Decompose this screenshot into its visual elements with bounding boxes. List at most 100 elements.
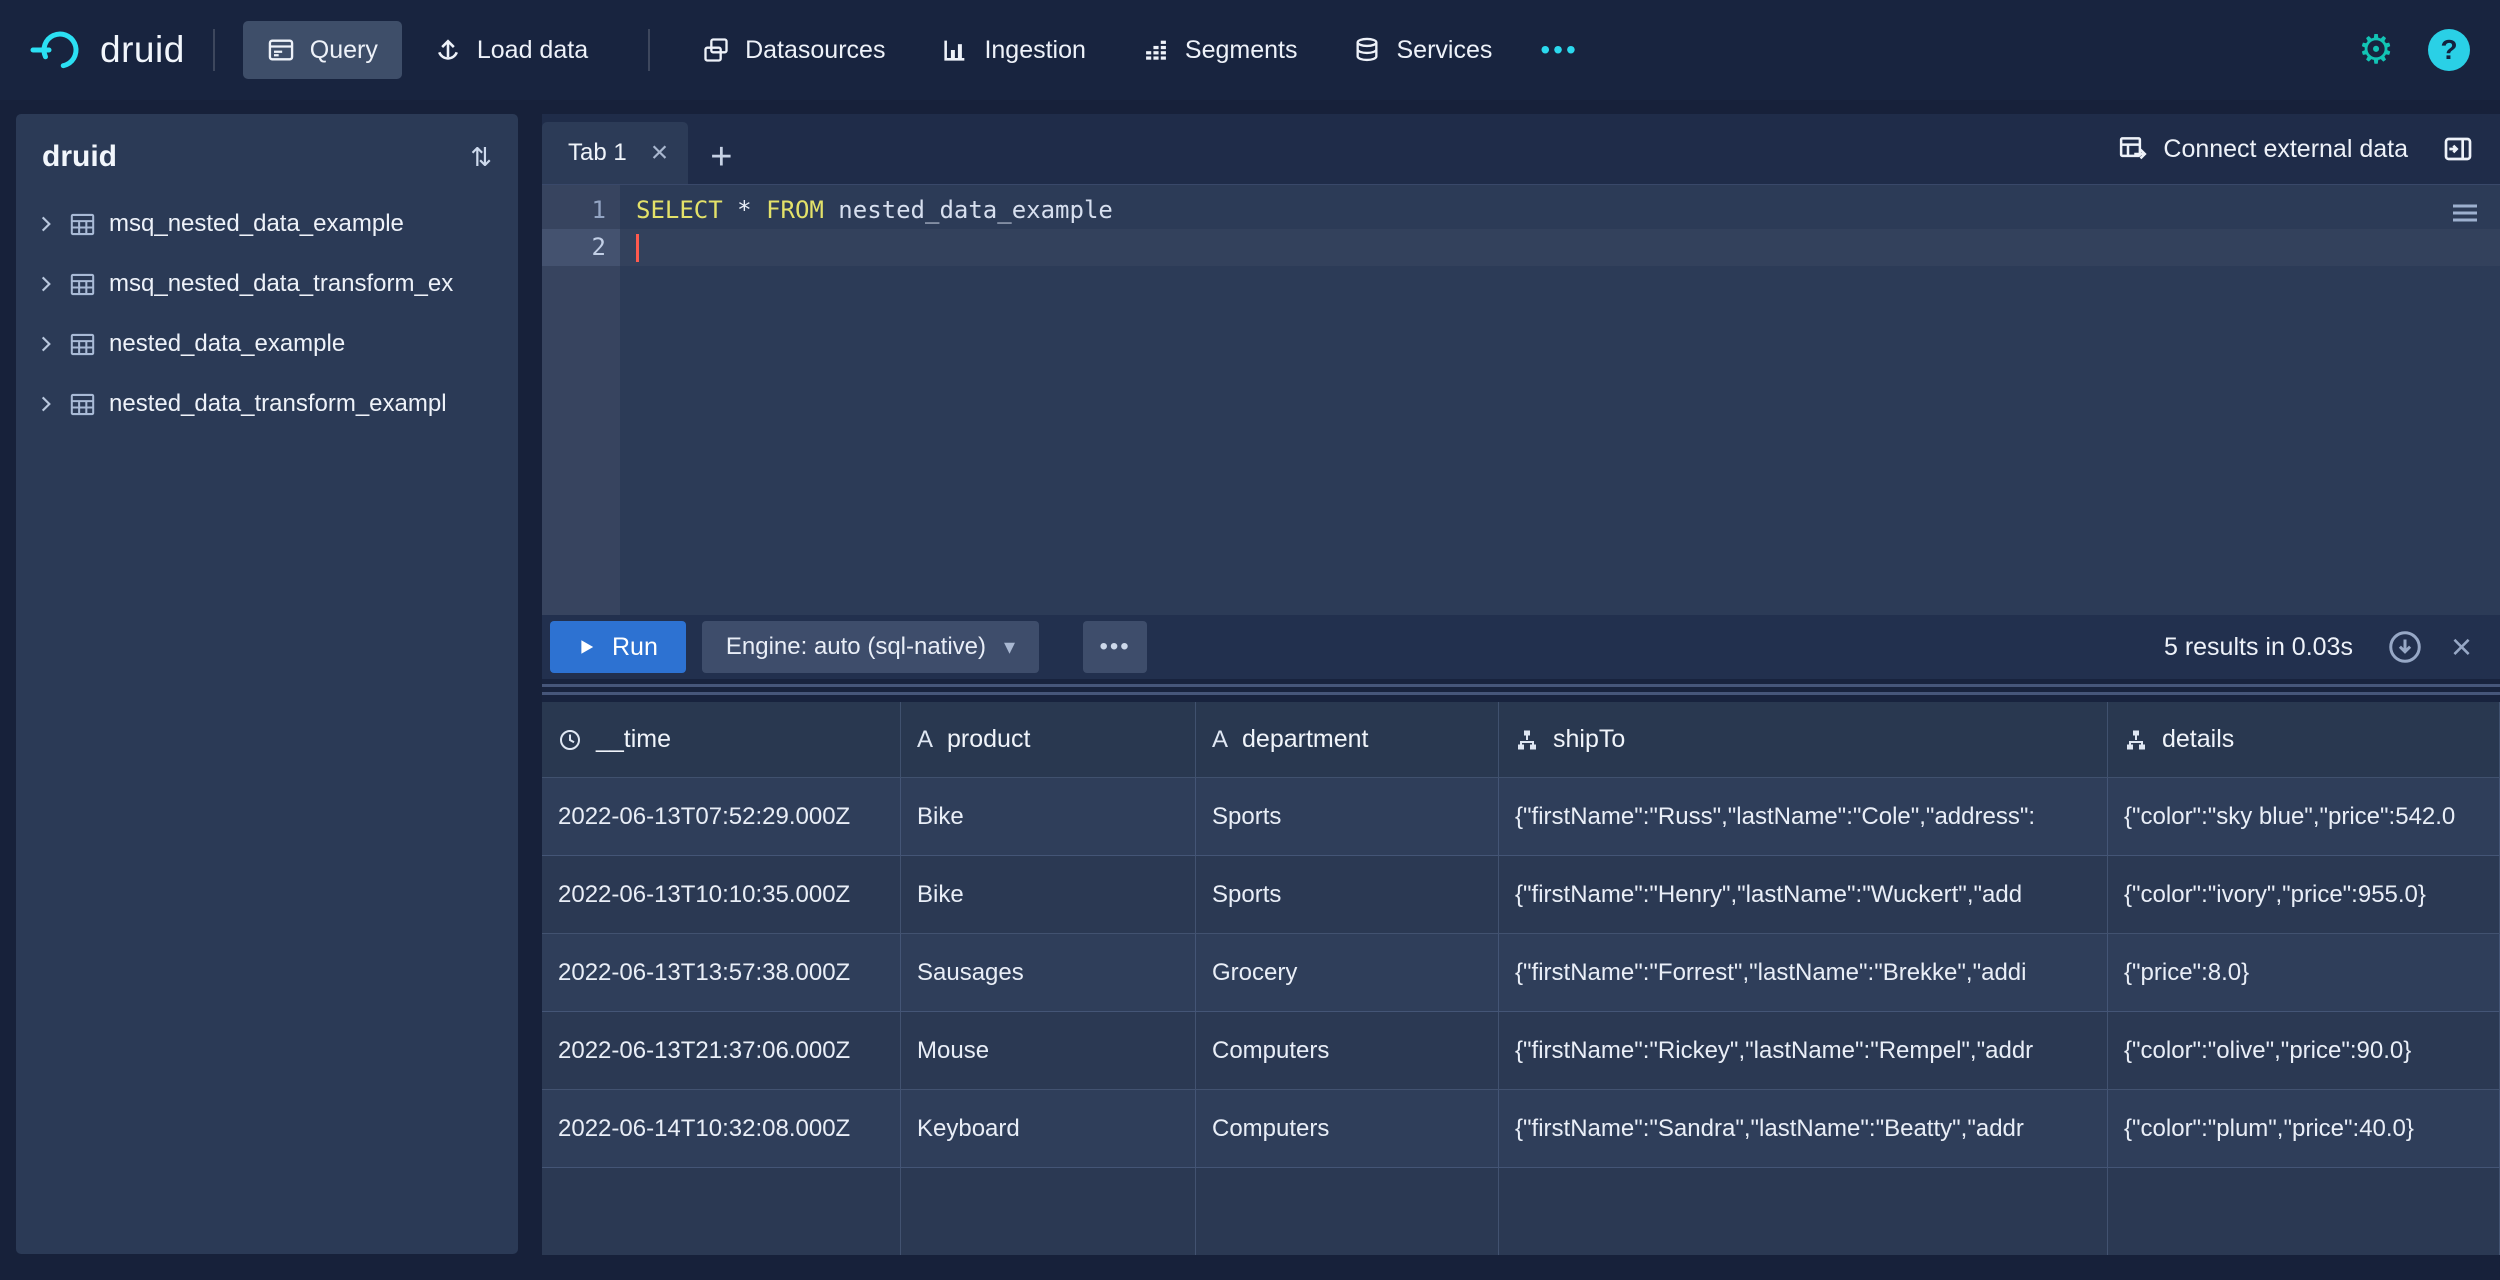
clock-icon bbox=[560, 729, 580, 750]
table-name: nested_data_transform_exampl bbox=[109, 390, 447, 417]
druid-brand[interactable]: druid bbox=[30, 23, 185, 77]
table-icon bbox=[70, 333, 95, 355]
connect-external-data-button[interactable]: Connect external data bbox=[2118, 134, 2408, 164]
cell-department[interactable]: Sports bbox=[1196, 856, 1499, 933]
services-icon bbox=[1356, 37, 1378, 62]
result-row: 2022-06-13T13:57:38.000Z Sausages Grocer… bbox=[542, 934, 2500, 1012]
nav-load-data[interactable]: Load data bbox=[410, 21, 612, 79]
results-header-row: __time A product A department shipTo det… bbox=[542, 702, 2500, 778]
string-icon: A bbox=[1212, 725, 1229, 753]
sql-table-name: nested_data_example bbox=[823, 196, 1113, 224]
nav-label: Services bbox=[1396, 35, 1493, 64]
empty-cell bbox=[901, 1168, 1196, 1255]
cell-details[interactable]: {"color":"ivory","price":955.0} bbox=[2108, 856, 2500, 933]
datasources-icon bbox=[704, 38, 728, 62]
sidebar-item-msq-nested-data-example[interactable]: msq_nested_data_example bbox=[16, 194, 518, 254]
divider bbox=[648, 29, 651, 71]
cell-department[interactable]: Sports bbox=[1196, 778, 1499, 855]
nav-label: Ingestion bbox=[984, 35, 1086, 64]
empty-row bbox=[542, 1168, 2500, 1255]
cell-product[interactable]: Keyboard bbox=[901, 1090, 1196, 1167]
query-more-button[interactable]: ••• bbox=[1083, 621, 1148, 673]
add-tab-button[interactable]: + bbox=[710, 138, 732, 176]
text-cursor bbox=[636, 234, 639, 262]
cell-details[interactable]: {"color":"plum","price":40.0} bbox=[2108, 1090, 2500, 1167]
cell-shipto[interactable]: {"firstName":"Sandra","lastName":"Beatty… bbox=[1499, 1090, 2108, 1167]
external-data-icon bbox=[2120, 137, 2148, 160]
cell-product[interactable]: Bike bbox=[901, 856, 1196, 933]
cell-time[interactable]: 2022-06-13T10:10:35.000Z bbox=[542, 856, 901, 933]
result-row: 2022-06-13T10:10:35.000Z Bike Sports {"f… bbox=[542, 856, 2500, 934]
line-number: 2 bbox=[542, 229, 620, 266]
nav-datasources[interactable]: Datasources bbox=[678, 21, 909, 79]
load-data-icon bbox=[437, 39, 458, 60]
sidebar-item-nested-data-example[interactable]: nested_data_example bbox=[16, 314, 518, 374]
close-results-icon[interactable]: × bbox=[2451, 629, 2472, 665]
chevron-right-icon[interactable] bbox=[36, 214, 56, 234]
cell-product[interactable]: Bike bbox=[901, 778, 1196, 855]
cell-department[interactable]: Grocery bbox=[1196, 934, 1499, 1011]
brand-name: druid bbox=[100, 29, 185, 70]
column-header-shipto[interactable]: shipTo bbox=[1499, 702, 2108, 777]
engine-select[interactable]: Engine: auto (sql-native) ▾ bbox=[701, 621, 1040, 673]
sidebar-item-nested-data-transform[interactable]: nested_data_transform_exampl bbox=[16, 374, 518, 434]
open-right-panel-icon[interactable] bbox=[2442, 133, 2474, 165]
empty-cell bbox=[2108, 1168, 2500, 1255]
cell-details[interactable]: {"price":8.0} bbox=[2108, 934, 2500, 1011]
column-label: shipTo bbox=[1553, 725, 1626, 753]
nav-label: Segments bbox=[1184, 35, 1298, 64]
table-name: msq_nested_data_example bbox=[109, 210, 404, 237]
cell-shipto[interactable]: {"firstName":"Henry","lastName":"Wuckert… bbox=[1499, 856, 2108, 933]
chevron-down-icon: ▾ bbox=[1004, 634, 1016, 659]
close-tab-icon[interactable]: × bbox=[651, 138, 669, 168]
help-icon[interactable]: ? bbox=[2428, 29, 2470, 71]
editor-menu-icon[interactable] bbox=[2450, 201, 2480, 225]
table-icon bbox=[70, 393, 95, 415]
column-header-details[interactable]: details bbox=[2108, 702, 2500, 777]
run-button[interactable]: Run bbox=[550, 621, 686, 673]
sidebar-item-msq-nested-data-transform[interactable]: msq_nested_data_transform_ex bbox=[16, 254, 518, 314]
nav-services[interactable]: Services bbox=[1329, 21, 1516, 79]
column-header-product[interactable]: A product bbox=[901, 702, 1196, 777]
cell-product[interactable]: Sausages bbox=[901, 934, 1196, 1011]
chevron-right-icon[interactable] bbox=[36, 274, 56, 294]
divider bbox=[212, 29, 215, 71]
sort-icon[interactable]: ⇅ bbox=[470, 142, 492, 173]
sidebar-header: druid ⇅ bbox=[16, 114, 518, 194]
druid-logo-icon bbox=[30, 31, 79, 69]
column-header-time[interactable]: __time bbox=[542, 702, 901, 777]
tab-label: Tab 1 bbox=[568, 139, 627, 166]
cell-product[interactable]: Mouse bbox=[901, 1012, 1196, 1089]
panel-splitter[interactable] bbox=[542, 679, 2500, 702]
empty-cell bbox=[1499, 1168, 2108, 1255]
sql-editor[interactable]: 1 2 SELECT * FROM nested_data_example bbox=[542, 185, 2500, 615]
column-header-department[interactable]: A department bbox=[1196, 702, 1499, 777]
cell-shipto[interactable]: {"firstName":"Forrest","lastName":"Brekk… bbox=[1499, 934, 2108, 1011]
cell-details[interactable]: {"color":"olive","price":90.0} bbox=[2108, 1012, 2500, 1089]
cell-department[interactable]: Computers bbox=[1196, 1012, 1499, 1089]
run-label: Run bbox=[612, 632, 658, 661]
cell-shipto[interactable]: {"firstName":"Rickey","lastName":"Rempel… bbox=[1499, 1012, 2108, 1089]
chevron-right-icon[interactable] bbox=[36, 394, 56, 414]
nav-query[interactable]: Query bbox=[242, 21, 402, 79]
result-row: 2022-06-14T10:32:08.000Z Keyboard Comput… bbox=[542, 1090, 2500, 1168]
cell-time[interactable]: 2022-06-13T07:52:29.000Z bbox=[542, 778, 901, 855]
ingestion-icon bbox=[944, 40, 965, 61]
table-name: nested_data_example bbox=[109, 330, 346, 357]
settings-gear-icon[interactable]: ⚙ bbox=[2358, 30, 2394, 70]
result-row: 2022-06-13T21:37:06.000Z Mouse Computers… bbox=[542, 1012, 2500, 1090]
cell-details[interactable]: {"color":"sky blue","price":542.0 bbox=[2108, 778, 2500, 855]
code-area[interactable]: SELECT * FROM nested_data_example bbox=[620, 185, 2500, 615]
cell-time[interactable]: 2022-06-13T13:57:38.000Z bbox=[542, 934, 901, 1011]
download-results-icon[interactable] bbox=[2387, 629, 2423, 665]
table-icon bbox=[70, 213, 95, 235]
cell-department[interactable]: Computers bbox=[1196, 1090, 1499, 1167]
cell-time[interactable]: 2022-06-13T21:37:06.000Z bbox=[542, 1012, 901, 1089]
nav-ingestion[interactable]: Ingestion bbox=[917, 21, 1109, 79]
chevron-right-icon[interactable] bbox=[36, 334, 56, 354]
nav-segments[interactable]: Segments bbox=[1118, 21, 1322, 79]
nav-more-button[interactable]: ••• bbox=[1524, 34, 1594, 66]
cell-time[interactable]: 2022-06-14T10:32:08.000Z bbox=[542, 1090, 901, 1167]
cell-shipto[interactable]: {"firstName":"Russ","lastName":"Cole","a… bbox=[1499, 778, 2108, 855]
tab-tab1[interactable]: Tab 1 × bbox=[542, 122, 689, 184]
